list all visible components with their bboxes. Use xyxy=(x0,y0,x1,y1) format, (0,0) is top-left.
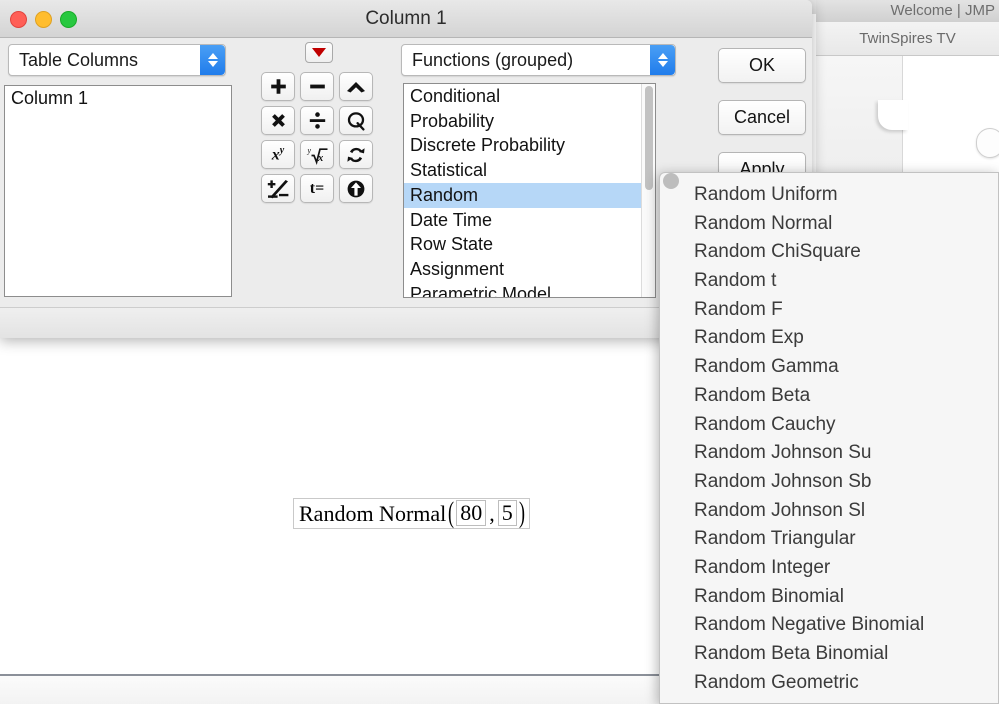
formula-arg-sd[interactable]: 5 xyxy=(497,500,517,527)
formula-open-paren: ( xyxy=(448,496,455,530)
submenu-item[interactable]: Random Johnson Sb xyxy=(660,468,998,497)
function-groups-scroll-thumb[interactable] xyxy=(645,86,653,190)
function-group-item[interactable]: Assignment xyxy=(404,257,655,282)
formula-arg-separator: , xyxy=(489,500,495,526)
formula-arg-mean[interactable]: 80 xyxy=(456,500,487,527)
list-item-column-1[interactable]: Column 1 xyxy=(5,86,231,111)
plus-minus-button[interactable] xyxy=(261,174,295,203)
dialog-title: Column 1 xyxy=(365,8,447,29)
submenu-item[interactable]: Random Gamma xyxy=(660,353,998,382)
function-group-item[interactable]: Conditional xyxy=(404,84,655,109)
submenu-item[interactable]: Random Johnson Sl xyxy=(660,497,998,526)
loop-button[interactable] xyxy=(339,106,373,135)
function-group-item[interactable]: Parametric Model xyxy=(404,282,655,297)
cancel-button[interactable]: Cancel xyxy=(718,100,806,135)
multiply-icon xyxy=(271,114,285,127)
function-groups-scrollbar[interactable] xyxy=(641,84,655,297)
submenu-item[interactable]: Random Beta xyxy=(660,382,998,411)
function-group-item[interactable]: Statistical xyxy=(404,158,655,183)
submenu-item[interactable]: Random Binomial xyxy=(660,583,998,612)
peel-button[interactable] xyxy=(339,174,373,203)
operator-keypad: xy y x t= xyxy=(261,72,375,203)
function-groups-listbox[interactable]: Conditional Probability Discrete Probabili… xyxy=(403,83,656,298)
formula-function-name: Random Normal xyxy=(299,500,447,526)
minus-icon xyxy=(309,84,325,89)
table-columns-select[interactable]: Table Columns xyxy=(8,44,226,76)
screen-root: HAHAHA incline oWW Welcome | JMP TwinSpi… xyxy=(0,0,999,704)
red-triangle-menu-button[interactable] xyxy=(305,42,333,63)
functions-stepper-updown-icon[interactable] xyxy=(650,45,675,75)
functions-select[interactable]: Functions (grouped) xyxy=(401,44,676,76)
function-groups-list: Conditional Probability Discrete Probabili… xyxy=(404,84,655,297)
jmp-data-table-footer xyxy=(0,674,660,704)
refresh-button[interactable] xyxy=(339,140,373,169)
random-functions-submenu[interactable]: Random Uniform Random Normal Random ChiSqu… xyxy=(659,172,999,704)
submenu-item[interactable]: Random Cauchy xyxy=(660,411,998,440)
submenu-item[interactable]: Random Negative Binomial xyxy=(660,611,998,640)
submenu-item[interactable]: Random Beta Binomial xyxy=(660,640,998,669)
local-variable-button[interactable]: t= xyxy=(300,174,334,203)
table-columns-select-label: Table Columns xyxy=(19,49,139,70)
random-functions-submenu-list: Random Uniform Random Normal Random ChiSqu… xyxy=(660,181,998,697)
t-equals-icon: t= xyxy=(309,179,325,197)
x-to-the-y-icon: xy xyxy=(271,144,285,164)
function-group-item[interactable]: Random xyxy=(404,182,655,208)
nth-root-icon: y x xyxy=(307,146,328,165)
function-group-item[interactable]: Discrete Probability xyxy=(404,133,655,158)
formula-close-paren: ) xyxy=(518,496,525,530)
function-group-item[interactable]: Date Time xyxy=(404,208,655,233)
functions-select-label: Functions (grouped) xyxy=(412,49,574,70)
background-decorative-pill xyxy=(976,128,999,158)
divide-icon xyxy=(309,112,325,129)
add-button[interactable] xyxy=(261,72,295,101)
ok-button[interactable]: OK xyxy=(718,48,806,83)
caret-up-icon xyxy=(347,81,365,92)
background-browser-tab-title[interactable]: Welcome | JMP xyxy=(816,0,999,22)
submenu-item[interactable]: Random Triangular xyxy=(660,525,998,554)
plus-icon xyxy=(270,79,286,94)
divide-button[interactable] xyxy=(300,106,334,135)
formula-expression[interactable]: Random Normal ( 80 , 5 ) xyxy=(293,496,530,530)
submenu-item[interactable]: Random Integer xyxy=(660,554,998,583)
submenu-item[interactable]: Random Uniform xyxy=(660,181,998,210)
submenu-item[interactable]: Random ChiSquare xyxy=(660,238,998,267)
insert-above-button[interactable] xyxy=(339,72,373,101)
function-group-item[interactable]: Probability xyxy=(404,109,655,134)
subtract-button[interactable] xyxy=(300,72,334,101)
table-columns-listbox[interactable]: Column 1 xyxy=(4,85,232,297)
multiply-button[interactable] xyxy=(261,106,295,135)
function-group-item[interactable]: Row State xyxy=(404,232,655,257)
submenu-item[interactable]: Random Exp xyxy=(660,324,998,353)
root-button[interactable]: y x xyxy=(300,140,334,169)
plus-minus-icon xyxy=(267,179,289,198)
submenu-item[interactable]: Random F xyxy=(660,296,998,325)
submenu-item[interactable]: Random Geometric xyxy=(660,669,998,698)
stepper-updown-icon[interactable] xyxy=(200,45,225,75)
refresh-icon xyxy=(347,147,365,162)
svg-text:y: y xyxy=(307,146,312,155)
submenu-anchor-notch xyxy=(663,173,679,189)
red-triangle-menu-icon xyxy=(312,48,326,57)
background-decorative-shape xyxy=(878,100,908,130)
svg-text:x: x xyxy=(317,153,323,164)
submenu-item[interactable]: Random Normal xyxy=(660,210,998,239)
loop-icon xyxy=(347,111,365,131)
power-button[interactable]: xy xyxy=(261,140,295,169)
submenu-item[interactable]: Random Johnson Su xyxy=(660,439,998,468)
background-browser-bookmark-title[interactable]: TwinSpires TV xyxy=(816,22,999,55)
submenu-item[interactable]: Random t xyxy=(660,267,998,296)
peel-up-icon xyxy=(347,180,365,197)
